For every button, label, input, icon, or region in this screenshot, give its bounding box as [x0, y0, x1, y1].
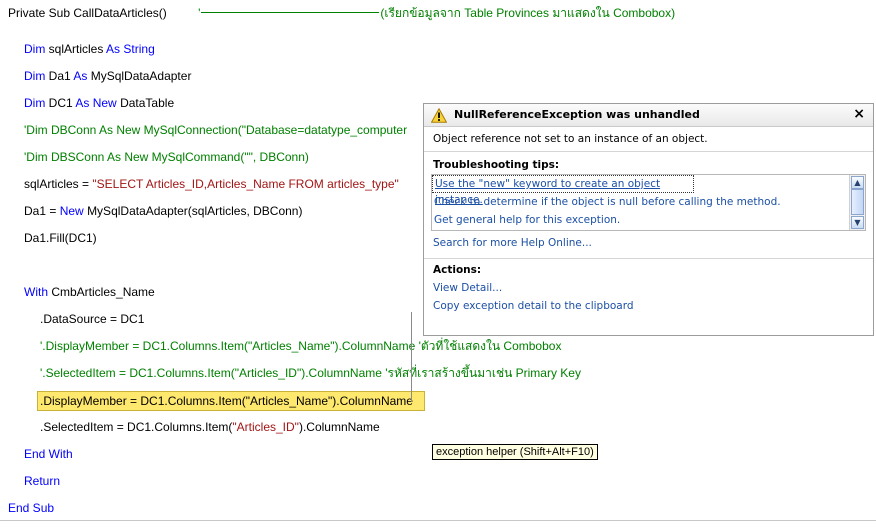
code-line-selected-item[interactable]: .SelectedItem = DC1.Columns.Item("Articl… [40, 419, 380, 435]
exception-helper-tooltip[interactable]: exception helper (Shift+Alt+F10) [432, 444, 598, 460]
comment-tick: ' [198, 6, 201, 20]
assign-lhs: Da1 = [24, 204, 57, 218]
section-divider [424, 258, 873, 259]
search-help-online-link[interactable]: Search for more Help Online... [424, 234, 873, 252]
code-line-fill[interactable]: Da1.Fill(DC1) [24, 230, 97, 246]
code-line-end-with[interactable]: End With [24, 446, 73, 462]
keyword-dim: Dim [24, 42, 46, 56]
keyword-as: As [73, 69, 88, 83]
sql-string: "SELECT Articles_ID,Articles_Name FROM a… [92, 177, 399, 191]
code-line-datasource[interactable]: .DataSource = DC1 [40, 311, 144, 327]
code-line-comment-dbconn[interactable]: 'Dim DBConn As New MySqlConnection("Data… [24, 122, 407, 138]
code-line-comment-dbsconn[interactable]: 'Dim DBSConn As New MySqlCommand("", DBC… [24, 149, 309, 165]
selected-post: ).ColumnName [298, 420, 380, 434]
tips-scrollbar[interactable]: ▲ ▼ [849, 175, 865, 230]
keyword-new: New [59, 204, 84, 218]
code-line-sql-assign[interactable]: sqlArticles = "SELECT Articles_ID,Articl… [24, 176, 399, 192]
close-icon[interactable]: × [853, 106, 865, 122]
type-name: DataTable [120, 96, 175, 110]
code-line-da-assign[interactable]: Da1 = New MySqlDataAdapter(sqlArticles, … [24, 203, 302, 219]
code-line-with[interactable]: With CmbArticles_Name [24, 284, 155, 300]
exception-connector-line [411, 312, 412, 402]
code-line-dim-dc1[interactable]: Dim DC1 As New DataTable [24, 95, 174, 111]
exception-header: NullReferenceException was unhandled × [424, 104, 873, 127]
code-line-dim-da1[interactable]: Dim Da1 As MySqlDataAdapter [24, 68, 191, 84]
sub-comment: (เรียกข้อมูลจาก Table Provinces มาแสดงใน… [380, 6, 676, 20]
selected-string: "Articles_ID" [232, 420, 299, 434]
assign-rhs: MySqlDataAdapter(sqlArticles, DBConn) [87, 204, 303, 218]
tip-item-check-null[interactable]: Check to determine if the object is null… [432, 193, 865, 211]
type-name: String [123, 42, 155, 56]
troubleshooting-tips-list[interactable]: Use the "new" keyword to create an objec… [431, 174, 866, 231]
exception-assistant-panel[interactable]: NullReferenceException was unhandled × O… [423, 103, 874, 336]
keyword-with: With [24, 285, 48, 299]
type-name: MySqlDataAdapter [90, 69, 192, 83]
exception-message: Object reference not set to an instance … [424, 127, 873, 152]
copy-exception-link[interactable]: Copy exception detail to the clipboard [424, 297, 873, 315]
editor-bottom-border [0, 520, 876, 521]
selected-pre: .SelectedItem = DC1.Columns.Item( [40, 420, 233, 434]
var-name: Da1 [48, 69, 71, 83]
keyword-dim: Dim [24, 96, 46, 110]
code-line-end-sub[interactable]: End Sub [8, 500, 54, 516]
var-name: sqlArticles [48, 42, 104, 56]
tip-item-general-help[interactable]: Get general help for this exception. [432, 211, 865, 229]
code-line-comment-selected[interactable]: '.SelectedItem = DC1.Columns.Item("Artic… [40, 365, 581, 381]
var-name: DC1 [48, 96, 73, 110]
keyword-as: As [75, 96, 90, 110]
code-line-comment-display[interactable]: '.DisplayMember = DC1.Columns.Item("Arti… [40, 338, 561, 354]
actions-title: Actions: [433, 264, 482, 276]
code-line-return[interactable]: Return [24, 473, 60, 489]
scroll-up-icon[interactable]: ▲ [851, 176, 864, 189]
comment-dash-rule [201, 12, 380, 14]
keyword-new: New [92, 96, 117, 110]
scroll-thumb[interactable] [851, 189, 864, 215]
code-line-sub-decl[interactable]: Private Sub CallDataArticles() ' (เรียกข้… [8, 5, 675, 21]
assign-lhs: sqlArticles = [24, 177, 90, 191]
scroll-down-icon[interactable]: ▼ [851, 216, 864, 229]
keyword-private-sub: Private Sub [8, 6, 71, 20]
view-detail-link[interactable]: View Detail... [424, 279, 873, 297]
troubleshooting-tips-title: Troubleshooting tips: [433, 159, 560, 171]
warning-icon [431, 108, 447, 123]
code-line-dim-sqlarticles[interactable]: Dim sqlArticles As String [24, 41, 155, 57]
exception-title: NullReferenceException was unhandled [454, 108, 700, 121]
tip-item-new-keyword[interactable]: Use the "new" keyword to create an objec… [432, 175, 694, 206]
sub-name: CallDataArticles() [73, 6, 167, 20]
with-target: CmbArticles_Name [51, 285, 155, 299]
code-line-display-member[interactable]: .DisplayMember = DC1.Columns.Item("Artic… [40, 393, 413, 409]
keyword-dim: Dim [24, 69, 46, 83]
keyword-as: As [106, 42, 121, 56]
